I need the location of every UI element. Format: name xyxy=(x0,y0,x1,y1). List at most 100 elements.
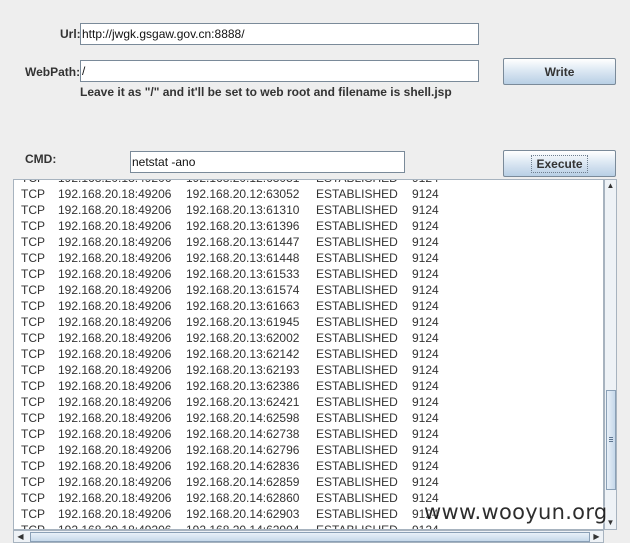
scrollbar-thumb-vertical[interactable] xyxy=(606,390,616,490)
output-cell: 192.168.20.14:62860 xyxy=(186,491,300,505)
output-cell: TCP xyxy=(21,491,45,505)
output-cell: 192.168.20.13:61574 xyxy=(186,283,300,297)
output-cell: 192.168.20.18:49206 xyxy=(58,219,172,233)
output-cell: 192.168.20.18:49206 xyxy=(58,251,172,265)
output-row: TCP 192.168.20.18:49206 192.168.20.13:6214… xyxy=(14,346,603,362)
output-cell: ESTABLISHED xyxy=(316,395,398,409)
output-cell: 192.168.20.18:49206 xyxy=(58,331,172,345)
output-row: TCP 192.168.20.18:49206 192.168.20.14:6279… xyxy=(14,442,603,458)
output-cell: 9124 xyxy=(412,283,439,297)
write-button-label: Write xyxy=(544,64,575,79)
command-output[interactable]: TCP 192.168.20.18:49206 192.168.20.12:6305… xyxy=(13,179,604,530)
output-cell: TCP xyxy=(21,283,45,297)
horizontal-scrollbar[interactable]: ◀ ▶ xyxy=(13,530,604,543)
output-cell: 9124 xyxy=(412,475,439,489)
watermark: www.wooyun.org xyxy=(424,500,608,524)
output-cell: ESTABLISHED xyxy=(316,459,398,473)
execute-button-label: Execute xyxy=(531,154,588,173)
arrow-left-icon[interactable]: ◀ xyxy=(15,531,26,542)
output-cell: ESTABLISHED xyxy=(316,315,398,329)
output-cell: 192.168.20.13:61447 xyxy=(186,235,300,249)
output-cell: 192.168.20.13:62142 xyxy=(186,347,300,361)
output-cell: 192.168.20.18:49206 xyxy=(58,411,172,425)
output-cell: 9124 xyxy=(412,235,439,249)
output-row: TCP 192.168.20.18:49206 192.168.20.12:6305… xyxy=(14,186,603,202)
webpath-hint: Leave it as "/" and it'll be set to web … xyxy=(80,85,452,99)
cmd-label: CMD: xyxy=(25,152,57,166)
output-row: TCP 192.168.20.18:49206 192.168.20.13:6219… xyxy=(14,362,603,378)
output-cell: 192.168.20.18:49206 xyxy=(58,395,172,409)
arrow-up-icon[interactable]: ▲ xyxy=(605,180,616,191)
output-cell: TCP xyxy=(21,459,45,473)
output-cell: 9124 xyxy=(412,443,439,457)
output-cell: ESTABLISHED xyxy=(316,491,398,505)
output-cell: 192.168.20.18:49206 xyxy=(58,491,172,505)
output-cell: 192.168.20.12:63051 xyxy=(186,180,299,186)
output-cell: 9124 xyxy=(412,427,439,441)
output-cell: ESTABLISHED xyxy=(316,427,398,441)
output-cell: 9124 xyxy=(412,299,439,313)
execute-button[interactable]: Execute xyxy=(503,150,616,177)
output-cell: 9124 xyxy=(412,315,439,329)
output-row: TCP 192.168.20.18:49206 192.168.20.13:6131… xyxy=(14,202,603,218)
output-cell: 192.168.20.18:49206 xyxy=(58,475,172,489)
output-row: TCP 192.168.20.18:49206 192.168.20.13:6153… xyxy=(14,266,603,282)
output-cell: 192.168.20.14:62598 xyxy=(186,411,300,425)
output-cell: 9124 xyxy=(412,180,439,186)
vertical-scrollbar[interactable]: ▲ ▼ xyxy=(604,179,617,530)
output-row: TCP 192.168.20.18:49206 192.168.20.13:6238… xyxy=(14,378,603,394)
output-cell: 9124 xyxy=(412,331,439,345)
scrollbar-thumb-horizontal[interactable] xyxy=(30,532,590,542)
url-input[interactable]: http://jwgk.gsgaw.gov.cn:8888/ xyxy=(80,23,479,45)
output-cell: 9124 xyxy=(412,411,439,425)
output-row: TCP 192.168.20.18:49206 192.168.20.13:6144… xyxy=(14,234,603,250)
output-cell: 192.168.20.18:49206 xyxy=(58,459,172,473)
output-cell: 192.168.20.14:62859 xyxy=(186,475,300,489)
output-cell: 192.168.20.18:49206 xyxy=(58,507,172,521)
output-cell: 192.168.20.13:62421 xyxy=(186,395,300,409)
output-cell: ESTABLISHED xyxy=(316,180,398,186)
output-cell: 9124 xyxy=(412,203,439,217)
output-cell: ESTABLISHED xyxy=(316,363,398,377)
output-cell: TCP xyxy=(21,315,45,329)
output-cell: 192.168.20.18:49206 xyxy=(58,347,172,361)
output-row: TCP 192.168.20.18:49206 192.168.20.13:6139… xyxy=(14,218,603,234)
output-cell: 192.168.20.14:62904 xyxy=(186,523,300,530)
output-cell: 192.168.20.18:49206 xyxy=(58,299,172,313)
webpath-label: WebPath: xyxy=(25,65,81,79)
output-cell: TCP xyxy=(21,347,45,361)
output-cell: TCP xyxy=(21,267,45,281)
output-cell: 192.168.20.12:63052 xyxy=(186,187,300,201)
output-cell: 192.168.20.13:61448 xyxy=(186,251,300,265)
output-cell: 192.168.20.18:49206 xyxy=(58,523,172,530)
output-cell: TCP xyxy=(21,235,45,249)
output-cell: ESTABLISHED xyxy=(316,443,398,457)
output-cell: 192.168.20.13:61533 xyxy=(186,267,300,281)
cmd-input[interactable]: netstat -ano xyxy=(130,151,405,173)
webpath-input[interactable]: / xyxy=(80,60,479,82)
output-cell: 192.168.20.18:49206 xyxy=(58,283,172,297)
output-cell: TCP xyxy=(21,443,45,457)
output-row: TCP 192.168.20.18:49206 192.168.20.13:6144… xyxy=(14,250,603,266)
output-cell: ESTABLISHED xyxy=(316,379,398,393)
output-cell: ESTABLISHED xyxy=(316,411,398,425)
output-cell: 192.168.20.18:49206 xyxy=(58,187,172,201)
output-cell: 192.168.20.13:62193 xyxy=(186,363,300,377)
arrow-right-icon[interactable]: ▶ xyxy=(591,531,602,542)
output-cell: 192.168.20.18:49206 xyxy=(58,427,172,441)
output-cell: 192.168.20.13:61945 xyxy=(186,315,300,329)
output-cell: 192.168.20.18:49206 xyxy=(58,443,172,457)
output-cell: TCP xyxy=(21,203,45,217)
write-button[interactable]: Write xyxy=(503,58,616,85)
output-cell: TCP xyxy=(21,299,45,313)
output-cell: 9124 xyxy=(412,363,439,377)
output-cell: TCP xyxy=(21,180,45,186)
output-row: TCP 192.168.20.18:49206 192.168.20.14:6259… xyxy=(14,410,603,426)
output-cell: TCP xyxy=(21,427,45,441)
output-cell: 9124 xyxy=(412,187,439,201)
output-cell: ESTABLISHED xyxy=(316,267,398,281)
output-cell: TCP xyxy=(21,379,45,393)
output-cell: ESTABLISHED xyxy=(316,251,398,265)
output-row: TCP 192.168.20.18:49206 192.168.20.13:6242… xyxy=(14,394,603,410)
output-row: TCP 192.168.20.18:49206 192.168.20.14:6283… xyxy=(14,458,603,474)
